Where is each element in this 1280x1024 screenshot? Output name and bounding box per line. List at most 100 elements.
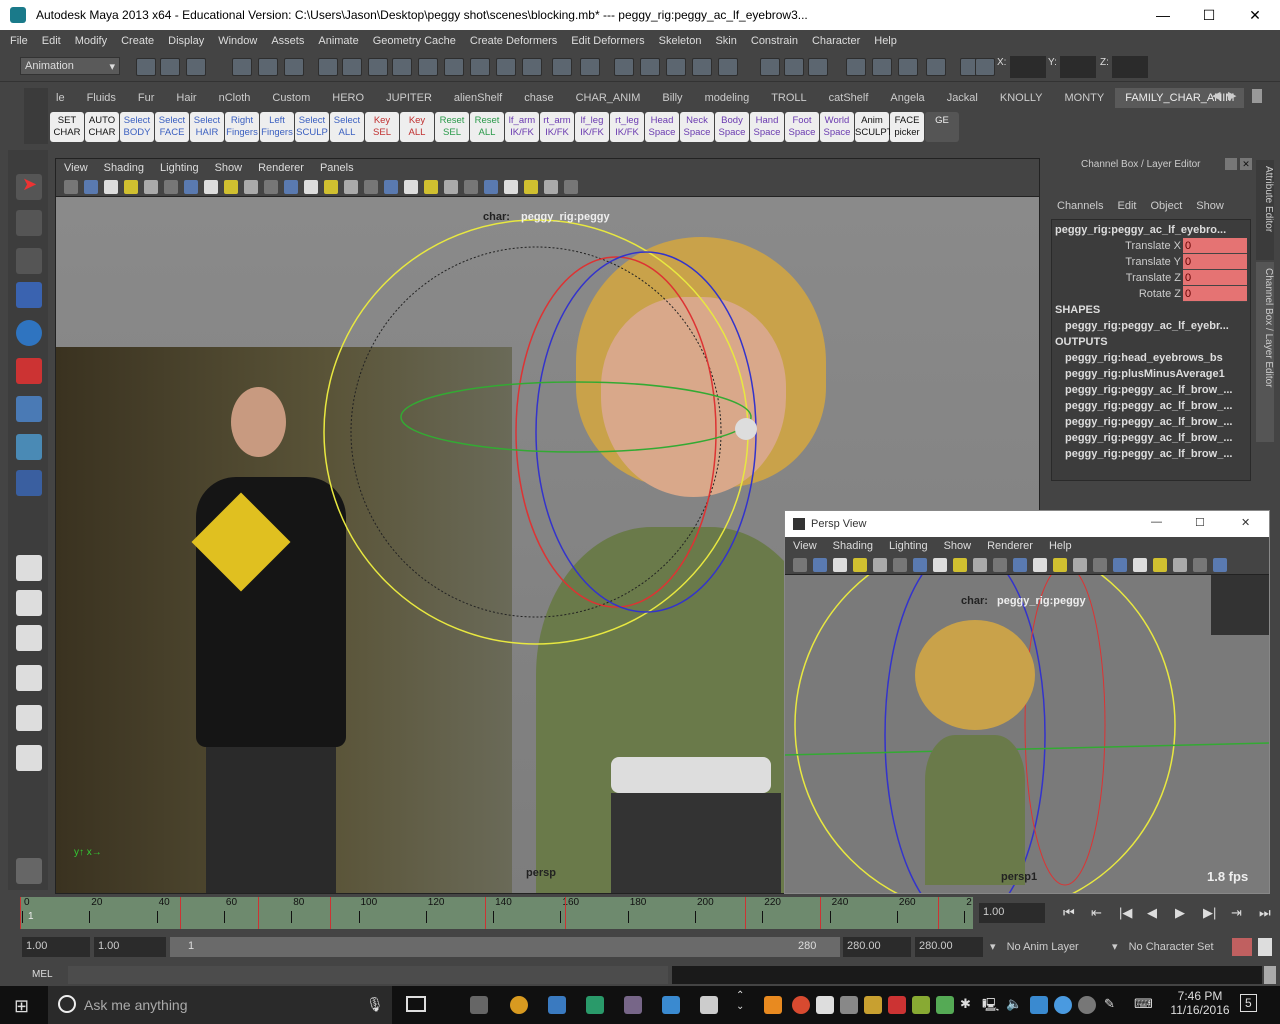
shelf-button[interactable]: Anim SCULPT [855,112,892,142]
viewport-toolbar-icon[interactable] [893,558,907,572]
four-layout-icon[interactable] [16,590,42,616]
graph-layout-icon[interactable] [16,665,42,691]
viewport-toolbar-icon[interactable] [873,558,887,572]
action-center-icon[interactable]: 5 [1240,994,1257,1012]
status-tool-icon[interactable] [186,58,206,76]
shelf-button[interactable]: Reset SEL [435,112,469,142]
app-taskbar-icon[interactable] [510,996,528,1014]
lasso-tool-icon[interactable] [16,210,42,236]
viewport-menu-lighting[interactable]: Lighting [160,162,199,174]
shelf-tab-custom[interactable]: Custom [261,92,321,104]
attribute-value[interactable]: 0 [1183,286,1247,302]
status-tool-icon[interactable] [160,58,180,76]
menu-create-deformers[interactable]: Create Deformers [470,35,557,47]
playback-button-0[interactable]: ⏮ [1063,905,1075,921]
playback-button-1[interactable]: ⇤ [1091,905,1102,921]
script-editor-icon[interactable] [1264,966,1276,984]
menu-help[interactable]: Help [874,35,897,47]
nvidia-icon[interactable] [936,996,954,1014]
channel-box-tab[interactable]: Channel Box / Layer Editor [1256,262,1274,442]
close-button[interactable]: ✕ [1232,0,1278,30]
menu-assets[interactable]: Assets [271,35,304,47]
status-tool-icon[interactable] [136,58,156,76]
persp-close-button[interactable]: ✕ [1241,516,1250,529]
status-tool-icon[interactable] [846,58,866,76]
app-taskbar-icon-2[interactable] [548,996,566,1014]
status-tool-icon[interactable] [418,58,438,76]
viewport-toolbar-icon[interactable] [973,558,987,572]
viewport-toolbar-icon[interactable] [124,180,138,194]
shelf-tab-angela[interactable]: Angela [879,92,935,104]
viewport-toolbar-icon[interactable] [933,558,947,572]
playback-end-field[interactable]: 280.00 [843,937,911,957]
attribute-value[interactable]: 0 [1183,270,1247,286]
viewport-toolbar-icon[interactable] [813,558,827,572]
persp-minimize-button[interactable]: — [1151,516,1162,528]
shelf-button[interactable]: Select HAIR [190,112,224,142]
status-tool-icon[interactable] [975,58,995,76]
close-panel-icon[interactable]: ✕ [1240,158,1252,170]
shelf-tab-jupiter[interactable]: JUPITER [375,92,443,104]
viewport-toolbar-icon[interactable] [1053,558,1067,572]
x-field[interactable] [1010,56,1046,78]
hypergraph-layout-icon[interactable] [16,745,42,771]
status-tool-icon[interactable] [718,58,738,76]
outliner-layout-icon[interactable] [16,705,42,731]
move-tool-icon[interactable] [16,282,42,308]
menu-edit[interactable]: Edit [42,35,61,47]
app-taskbar-icon-4[interactable] [624,996,642,1014]
viewport-toolbar-icon[interactable] [444,180,458,194]
animation-end-field[interactable]: 280.00 [915,937,983,957]
channel-box-menu-edit[interactable]: Edit [1117,200,1136,212]
animation-start-field[interactable]: 1.00 [22,937,90,957]
viewport-toolbar-icon[interactable] [464,180,478,194]
cortana-search[interactable]: Ask me anything 🎙 [48,986,392,1024]
shelf-button[interactable]: lf_leg IK/FK [575,112,609,142]
output-node[interactable]: peggy_rig:peggy_ac_lf_brow_... [1055,414,1247,430]
select-tool-icon[interactable]: ➤ [16,174,42,200]
tray-icon-7[interactable] [1054,996,1072,1014]
shelf-button[interactable]: Select BODY [120,112,154,142]
command-input[interactable] [68,966,668,984]
status-tool-icon[interactable] [872,58,892,76]
persp-scene[interactable]: char: peggy_rig:peggy persp1 1.8 fps [785,575,1269,893]
playback-button-6[interactable]: ⇥ [1231,905,1242,921]
task-view-icon[interactable] [406,996,426,1012]
playback-button-4[interactable]: ▶ [1175,905,1185,921]
channel-box-menu-show[interactable]: Show [1196,200,1224,212]
viewport-toolbar-icon[interactable] [324,180,338,194]
selected-node-name[interactable]: peggy_rig:peggy_ac_lf_eyebro... [1055,222,1247,238]
viewport-toolbar-icon[interactable] [913,558,927,572]
shelf-button[interactable]: Body Space [715,112,749,142]
status-tool-icon[interactable] [232,58,252,76]
shelf-tab-knolly[interactable]: KNOLLY [989,92,1054,104]
menu-skeleton[interactable]: Skeleton [659,35,702,47]
persp-menu-help[interactable]: Help [1049,540,1072,552]
menu-character[interactable]: Character [812,35,860,47]
menu-edit-deformers[interactable]: Edit Deformers [571,35,644,47]
status-tool-icon[interactable] [614,58,634,76]
status-tool-icon[interactable] [552,58,572,76]
playback-button-7[interactable]: ⏭ [1259,905,1271,921]
shelf-button[interactable]: Select FACE [155,112,189,142]
status-tool-icon[interactable] [470,58,490,76]
menu-create[interactable]: Create [121,35,154,47]
status-tool-icon[interactable] [392,58,412,76]
viewport-toolbar-icon[interactable] [64,180,78,194]
viewport-menu-panels[interactable]: Panels [320,162,354,174]
viewport-toolbar-icon[interactable] [224,180,238,194]
output-node[interactable]: peggy_rig:peggy_ac_lf_brow_... [1055,382,1247,398]
viewport-toolbar-icon[interactable] [484,180,498,194]
status-tool-icon[interactable] [666,58,686,76]
attribute-name[interactable]: Translate X [1055,238,1183,254]
persp-menu-renderer[interactable]: Renderer [987,540,1033,552]
current-time-field[interactable]: 1.00 [979,903,1045,923]
paint-select-icon[interactable] [16,248,42,274]
tray-icon-4[interactable] [888,996,906,1014]
shelf-tab-le[interactable]: le [45,92,76,104]
bluetooth-icon[interactable]: ✱ [960,996,971,1012]
shelf-tab-catshelf[interactable]: catShelf [818,92,880,104]
viewport-menu-shading[interactable]: Shading [104,162,144,174]
onedrive-icon[interactable] [816,996,834,1014]
menu-window[interactable]: Window [218,35,257,47]
